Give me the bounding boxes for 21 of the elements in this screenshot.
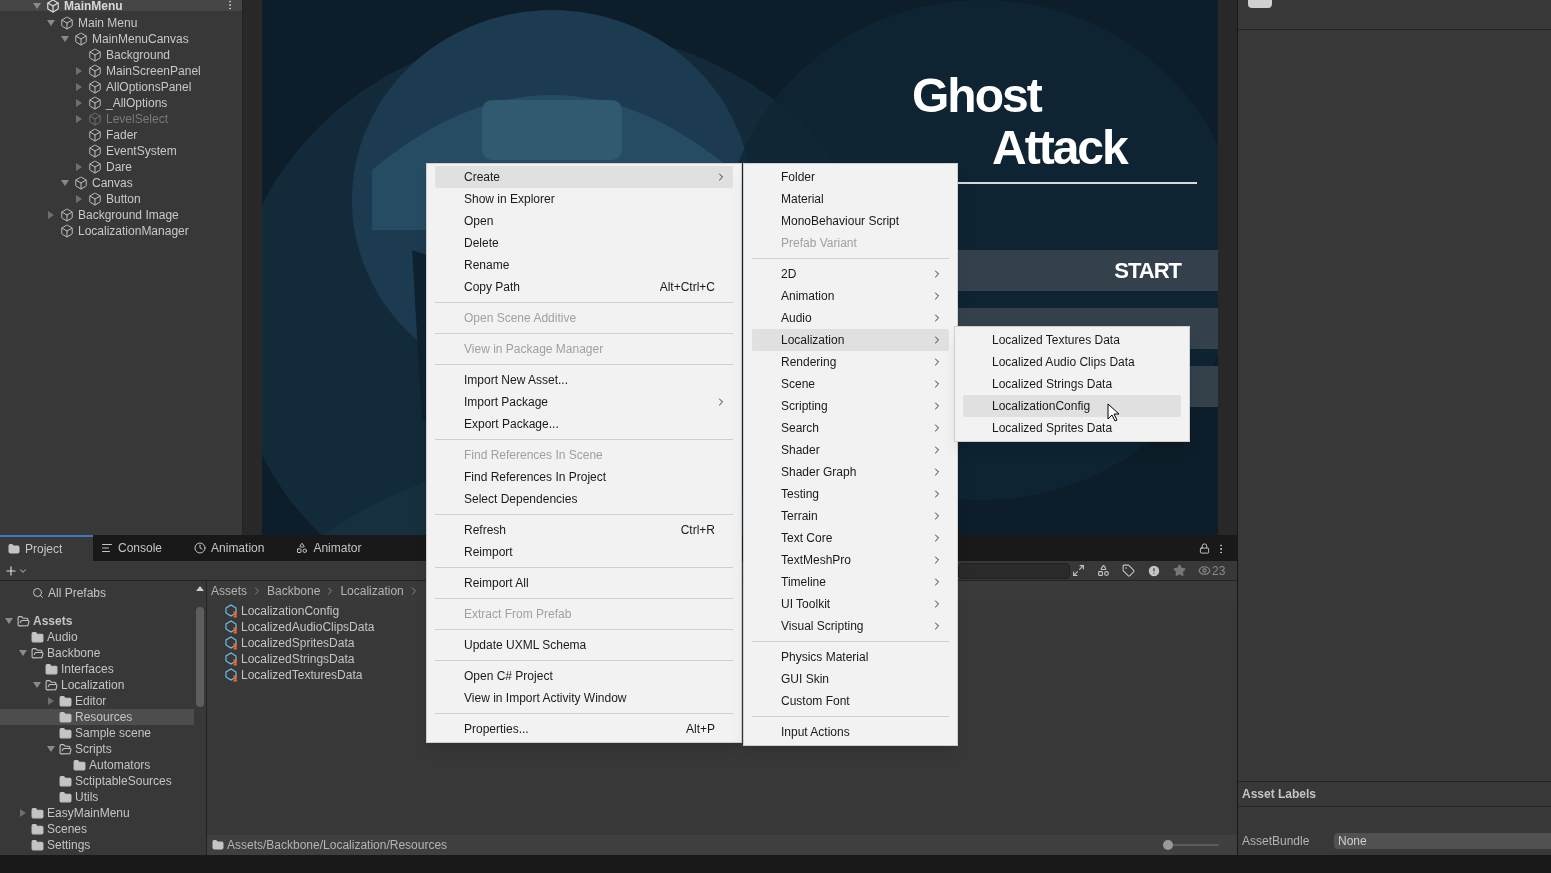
folder-label: EasyMainMenu bbox=[47, 805, 130, 822]
folder-label: Sample scene bbox=[75, 725, 152, 742]
game-title: Ghost bbox=[912, 70, 1043, 122]
folder-label: Editor bbox=[75, 693, 107, 710]
folder-label: Audio bbox=[47, 629, 78, 646]
folder-label: Interfaces bbox=[61, 661, 114, 678]
asset-path: Assets/Backbone/Localization/Resources bbox=[227, 837, 448, 854]
folder-label: Localization bbox=[61, 677, 125, 694]
folder-label: SctiptableSources bbox=[75, 773, 172, 790]
folder-label: Scenes bbox=[47, 821, 88, 838]
folder-label: Automators bbox=[89, 757, 151, 774]
folder-label: Utils bbox=[75, 789, 99, 806]
folder-label: Scripts bbox=[75, 741, 112, 758]
game-title: Attack bbox=[992, 122, 1129, 174]
folder-label: Backbone bbox=[47, 645, 101, 662]
folder-label: Settings bbox=[47, 837, 91, 854]
section-title: Asset Labels bbox=[1242, 786, 1317, 803]
folder-label: Assets bbox=[33, 613, 73, 630]
scene-title: MainMenu bbox=[64, 0, 123, 15]
field-label: AssetBundle bbox=[1242, 833, 1311, 850]
folder-label: Resources bbox=[75, 709, 133, 726]
